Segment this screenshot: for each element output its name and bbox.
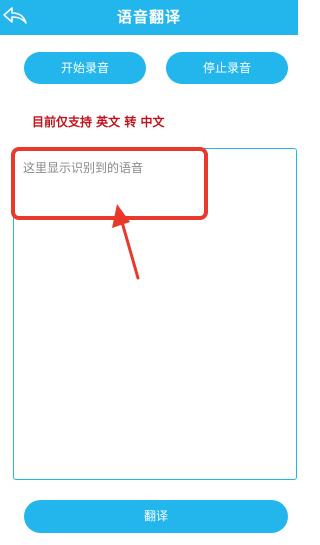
app-header: 语音翻译: [0, 0, 298, 35]
translate-button[interactable]: 翻译: [24, 500, 288, 533]
recognized-speech-textarea[interactable]: [13, 148, 297, 480]
support-notice: 目前仅支持 英文 转 中文: [32, 115, 165, 129]
page-title: 语音翻译: [116, 8, 181, 26]
stop-recording-button[interactable]: 停止录音: [166, 52, 288, 84]
start-recording-button[interactable]: 开始录音: [24, 52, 146, 84]
